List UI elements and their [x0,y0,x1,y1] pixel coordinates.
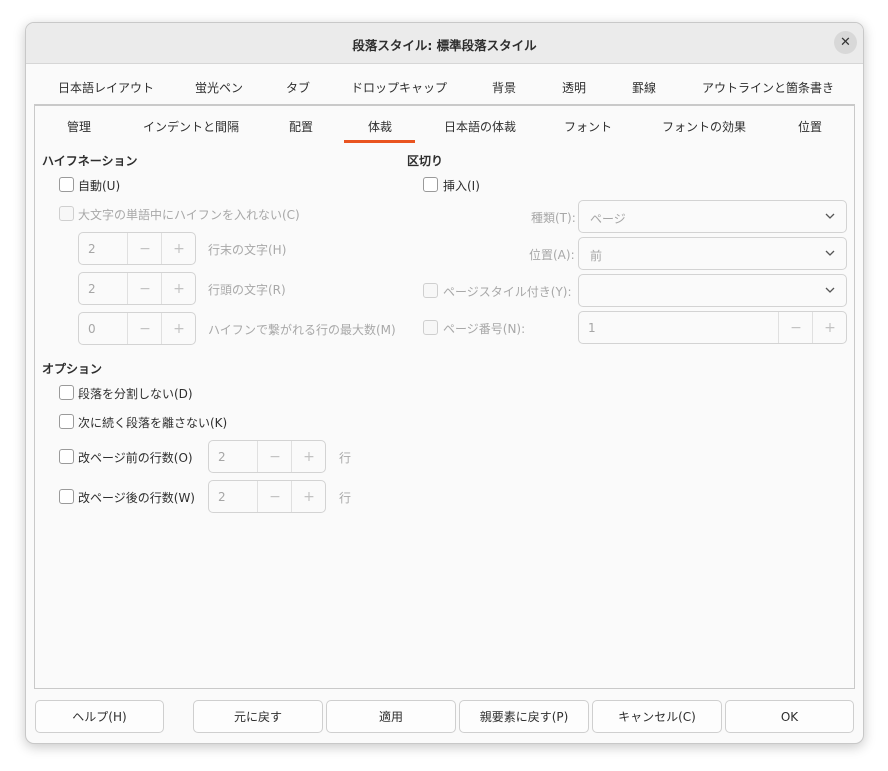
start-chars-decrement[interactable]: − [127,273,162,304]
max-hyphens-decrement[interactable]: − [127,313,162,344]
widow-control-checkbox[interactable] [59,489,74,504]
auto-hyphenation-label: 自動(U) [78,179,121,193]
end-chars-value: 2 [88,242,96,256]
close-icon: ✕ [840,35,851,50]
orphan-control-label: 改ページ前の行数(O) [78,451,193,465]
page-number-increment[interactable]: + [812,312,847,343]
close-button[interactable]: ✕ [834,31,857,54]
widow-control-label: 改ページ後の行数(W) [78,491,195,505]
ok-button[interactable]: OK [725,700,854,733]
tab-row-upper: 日本語レイアウト 蛍光ペン タブ ドロップキャップ 背景 透明 罫線 アウトライ… [34,63,855,105]
tab-asian-text-flow[interactable]: 日本語の体裁 [444,118,516,135]
tab-font[interactable]: フォント [564,118,612,135]
no-split-checkbox[interactable] [59,385,74,400]
apply-button[interactable]: 適用 [326,700,456,733]
reset-button[interactable]: 元に戻す [193,700,323,733]
page-number-spinbox[interactable]: 1 − + [578,311,847,344]
tab-highlighting[interactable]: 蛍光ペン [195,79,243,96]
tab-outline-list[interactable]: アウトラインと箇条書き [702,79,834,96]
orphan-control-checkbox[interactable] [59,449,74,464]
no-caps-hyphenation-checkbox[interactable] [59,206,74,221]
max-hyphens-value: 0 [88,322,96,336]
page-style-dropdown[interactable] [578,274,847,307]
insert-break-label: 挿入(I) [443,179,480,193]
orphan-lines-increment[interactable]: + [291,441,326,472]
break-type-dropdown[interactable]: ページ [578,200,847,233]
help-button[interactable]: ヘルプ(H) [35,700,164,733]
break-position-value: 前 [590,249,603,263]
tab-font-effects[interactable]: フォントの効果 [662,118,746,135]
tab-position[interactable]: 位置 [798,118,822,135]
chevron-down-icon [825,213,835,219]
end-chars-label: 行末の文字(H) [208,243,287,257]
page-number-value: 1 [588,321,596,335]
titlebar: 段落スタイル: 標準段落スタイル ✕ [26,23,863,64]
no-caps-hyphenation-label: 大文字の単語中にハイフンを入れない(C) [78,208,300,222]
page-number-label: ページ番号(N): [443,322,526,336]
widow-lines-increment[interactable]: + [291,481,326,512]
max-hyphens-label: ハイフンで繋がれる行の最大数(M) [208,323,396,337]
page-style-checkbox[interactable] [423,283,438,298]
end-chars-increment[interactable]: + [161,233,196,264]
tab-drop-caps[interactable]: ドロップキャップ [351,79,447,96]
tab-tabs[interactable]: タブ [286,79,310,96]
cancel-button[interactable]: キャンセル(C) [592,700,722,733]
auto-hyphenation-checkbox[interactable] [59,177,74,192]
start-chars-value: 2 [88,282,96,296]
break-position-label: 位置(A): [529,248,575,262]
page-number-decrement[interactable]: − [778,312,813,343]
reset-to-parent-button[interactable]: 親要素に戻す(P) [459,700,589,733]
tab-area[interactable]: 背景 [492,79,516,96]
start-chars-increment[interactable]: + [161,273,196,304]
text-flow-panel: ハイフネーション 自動(U) 大文字の単語中にハイフンを入れない(C) 2 − … [34,143,855,689]
orphan-lines-value: 2 [218,450,226,464]
dialog-title: 段落スタイル: 標準段落スタイル [352,38,537,53]
tab-row-lower: 管理 インデントと間隔 配置 体裁 日本語の体裁 フォント フォントの効果 位置 [34,105,855,145]
page-style-label: ページスタイル付き(Y): [443,285,572,299]
tab-alignment[interactable]: 配置 [289,118,313,135]
max-hyphens-increment[interactable]: + [161,313,196,344]
options-heading: オプション [42,362,103,376]
tab-asian-typography[interactable]: 日本語レイアウト [58,79,154,96]
paragraph-style-dialog: 段落スタイル: 標準段落スタイル ✕ 日本語レイアウト 蛍光ペン タブ ドロップ… [25,22,864,744]
tab-text-flow[interactable]: 体裁 [368,118,392,135]
breaks-heading: 区切り [407,154,444,168]
page-number-checkbox[interactable] [423,320,438,335]
tab-transparency[interactable]: 透明 [562,79,586,96]
chevron-down-icon [825,250,835,256]
max-hyphens-spinbox[interactable]: 0 − + [78,312,196,345]
tab-indents-spacing[interactable]: インデントと間隔 [143,118,239,135]
keep-with-next-checkbox[interactable] [59,414,74,429]
widow-lines-decrement[interactable]: − [257,481,292,512]
orphan-lines-spinbox[interactable]: 2 − + [208,440,326,473]
break-type-value: ページ [590,212,626,226]
start-chars-label: 行頭の文字(R) [208,283,286,297]
widow-lines-unit: 行 [339,491,352,505]
break-type-label: 種類(T): [531,211,576,225]
start-chars-spinbox[interactable]: 2 − + [78,272,196,305]
tab-organizer[interactable]: 管理 [67,118,91,135]
insert-break-checkbox[interactable] [423,177,438,192]
chevron-down-icon [825,287,835,293]
end-chars-spinbox[interactable]: 2 − + [78,232,196,265]
no-split-label: 段落を分割しない(D) [78,387,193,401]
hyphenation-heading: ハイフネーション [42,154,138,168]
orphan-lines-decrement[interactable]: − [257,441,292,472]
end-chars-decrement[interactable]: − [127,233,162,264]
orphan-lines-unit: 行 [339,451,352,465]
break-position-dropdown[interactable]: 前 [578,237,847,270]
keep-with-next-label: 次に続く段落を離さない(K) [78,416,228,430]
widow-lines-spinbox[interactable]: 2 − + [208,480,326,513]
tab-borders[interactable]: 罫線 [632,79,656,96]
widow-lines-value: 2 [218,490,226,504]
